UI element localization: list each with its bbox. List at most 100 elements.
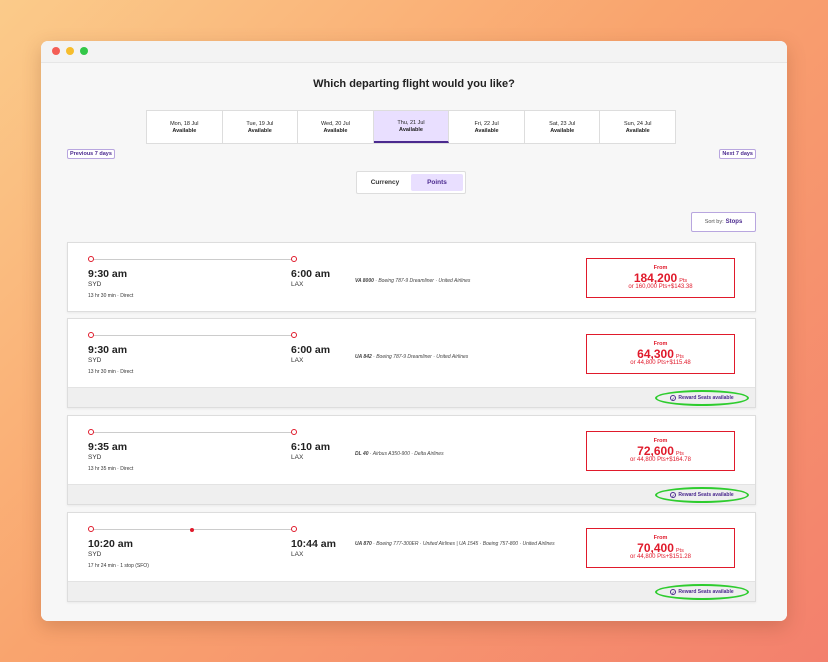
aircraft-airline: · Airbus A350-900 · Delta Airlines <box>369 451 444 457</box>
date-tab-status: Available <box>399 126 423 133</box>
route-line <box>92 335 296 336</box>
date-tab-5[interactable]: Sat, 23 Jul Available <box>525 111 601 143</box>
date-tab-day: Fri, 22 Jul <box>474 120 499 127</box>
flight-card[interactable]: 10:20 am SYD 10:44 am LAX 17 hr 24 min ·… <box>67 512 756 602</box>
date-tab-status: Available <box>172 127 197 134</box>
aircraft-airline: · Boeing 777-300ER · United Airlines | U… <box>373 541 555 547</box>
departure-airport: SYD <box>88 454 102 461</box>
layover-marker-icon <box>190 527 194 532</box>
flight-card-footer: ✓ Reward Seats available <box>68 484 755 504</box>
arrival-time: 6:10 am <box>291 441 331 453</box>
date-tab-2[interactable]: Wed, 20 Jul Available <box>298 111 374 143</box>
destination-marker-icon <box>291 429 297 435</box>
departure-time: 9:30 am <box>88 268 128 280</box>
flight-card-footer: ✓ Reward Seats available <box>68 387 755 407</box>
flight-duration: 13 hr 35 min · Direct <box>88 466 134 472</box>
departure-airport: SYD <box>88 551 102 558</box>
currency-points-toggle: Currency Points <box>356 171 466 194</box>
check-circle-icon: ✓ <box>670 395 677 401</box>
aircraft-airline: · Boeing 787-9 Dreamliner · United Airli… <box>375 278 471 284</box>
reward-seats-label: Reward Seats available <box>678 395 734 401</box>
previous-7-days-button[interactable]: Previous 7 days <box>67 149 115 159</box>
route-line <box>92 529 296 530</box>
close-window-button[interactable] <box>52 47 60 55</box>
origin-marker-icon <box>88 526 94 532</box>
date-tab-day: Sat, 23 Jul <box>549 120 576 127</box>
arrival-airport: LAX <box>291 454 304 461</box>
date-tab-day: Mon, 18 Jul <box>170 120 199 127</box>
destination-marker-icon <box>291 256 297 262</box>
flight-duration: 17 hr 24 min · 1 stop (SFO) <box>88 563 149 569</box>
date-selector: Mon, 18 Jul Available Tue, 19 Jul Availabl… <box>146 110 676 144</box>
date-tab-day: Sun, 24 Jul <box>623 120 652 127</box>
flight-card[interactable]: 9:30 am SYD 6:00 am LAX 13 hr 30 min · D… <box>67 242 756 312</box>
date-tab-3[interactable]: Thu, 21 Jul Available <box>373 111 450 143</box>
date-tab-4[interactable]: Fri, 22 Jul Available <box>449 111 525 143</box>
date-tab-status: Available <box>323 127 348 134</box>
points-price: 64,300 <box>637 346 674 361</box>
check-circle-icon: ✓ <box>670 589 677 595</box>
arrival-airport: LAX <box>291 551 304 558</box>
flight-duration: 13 hr 30 min · Direct <box>88 293 134 299</box>
reward-seats-badge[interactable]: ✓ Reward Seats available <box>655 487 749 503</box>
departure-time: 10:20 am <box>88 538 133 550</box>
departure-time: 9:30 am <box>88 344 128 356</box>
flight-details: DL 40 · Airbus A350-900 · Delta Airlines <box>355 450 570 458</box>
sort-button[interactable]: Sort by: Stops <box>691 212 756 232</box>
flight-card[interactable]: 9:30 am SYD 6:00 am LAX 13 hr 30 min · D… <box>67 318 756 408</box>
arrival-time: 6:00 am <box>291 344 331 356</box>
flight-duration: 13 hr 30 min · Direct <box>88 369 134 375</box>
date-tab-1[interactable]: Tue, 19 Jul Available <box>223 111 299 143</box>
departure-airport: SYD <box>88 281 102 288</box>
reward-seats-label: Reward Seats available <box>678 589 734 595</box>
date-tab-6[interactable]: Sun, 24 Jul Available <box>600 111 675 143</box>
departure-airport: SYD <box>88 357 102 364</box>
next-7-days-button[interactable]: Next 7 days <box>719 149 756 159</box>
alt-price: or 160,000 Pts+$143.38 <box>628 284 693 290</box>
date-tab-day: Tue, 19 Jul <box>246 120 274 127</box>
price-box[interactable]: From 70,400 Pts or 44,800 Pts+$151.28 <box>586 528 735 568</box>
page-title: Which departing flight would you like? <box>313 78 515 90</box>
page-content: Which departing flight would you like? M… <box>41 63 787 621</box>
points-price: 184,200 <box>633 270 678 285</box>
price-box[interactable]: From 72,600 Pts or 44,800 Pts+$164.78 <box>586 431 735 471</box>
sort-value: Stops <box>725 219 743 225</box>
flight-number: VA 8000 <box>355 278 374 284</box>
flight-card-main: 9:30 am SYD 6:00 am LAX 13 hr 30 min · D… <box>68 243 755 311</box>
route-line <box>92 432 296 433</box>
flight-number: DL 40 <box>355 451 369 457</box>
date-tab-status: Available <box>247 127 272 134</box>
arrival-time: 6:00 am <box>291 268 331 280</box>
maximize-window-button[interactable] <box>80 47 88 55</box>
date-tab-day: Wed, 20 Jul <box>320 120 350 127</box>
flight-card-main: 10:20 am SYD 10:44 am LAX 17 hr 24 min ·… <box>68 513 755 581</box>
flight-details: VA 8000 · Boeing 787-9 Dreamliner · Unit… <box>355 277 570 285</box>
date-tab-status: Available <box>550 127 575 134</box>
flight-card-footer: ✓ Reward Seats available <box>68 581 755 601</box>
app-window: Which departing flight would you like? M… <box>41 41 787 621</box>
minimize-window-button[interactable] <box>66 47 74 55</box>
origin-marker-icon <box>88 429 94 435</box>
date-tab-day: Thu, 21 Jul <box>397 119 425 126</box>
arrival-airport: LAX <box>291 281 304 288</box>
points-toggle-option[interactable]: Points <box>411 174 463 191</box>
flight-card-main: 9:30 am SYD 6:00 am LAX 13 hr 30 min · D… <box>68 319 755 387</box>
currency-toggle-option[interactable]: Currency <box>359 174 411 191</box>
reward-seats-badge[interactable]: ✓ Reward Seats available <box>655 390 749 406</box>
price-box[interactable]: From 64,300 Pts or 44,800 Pts+$115.48 <box>586 334 735 374</box>
points-price: 72,600 <box>637 443 674 458</box>
reward-seats-badge[interactable]: ✓ Reward Seats available <box>655 584 749 600</box>
origin-marker-icon <box>88 256 94 262</box>
points-price: 70,400 <box>637 540 674 555</box>
flight-card[interactable]: 9:35 am SYD 6:10 am LAX 13 hr 35 min · D… <box>67 415 756 505</box>
origin-marker-icon <box>88 332 94 338</box>
destination-marker-icon <box>291 526 297 532</box>
departure-time: 9:35 am <box>88 441 128 453</box>
arrival-time: 10:44 am <box>291 538 336 550</box>
date-tab-0[interactable]: Mon, 18 Jul Available <box>147 111 223 143</box>
price-box[interactable]: From 184,200 Pts or 160,000 Pts+$143.38 <box>586 258 735 298</box>
flight-details: UA 842 · Boeing 787-9 Dreamliner · Unite… <box>355 353 570 361</box>
flight-number: UA 842 <box>355 354 372 360</box>
flight-details: UA 870 · Boeing 777-300ER · United Airli… <box>355 540 570 548</box>
sort-label: Sort by: <box>704 219 724 225</box>
